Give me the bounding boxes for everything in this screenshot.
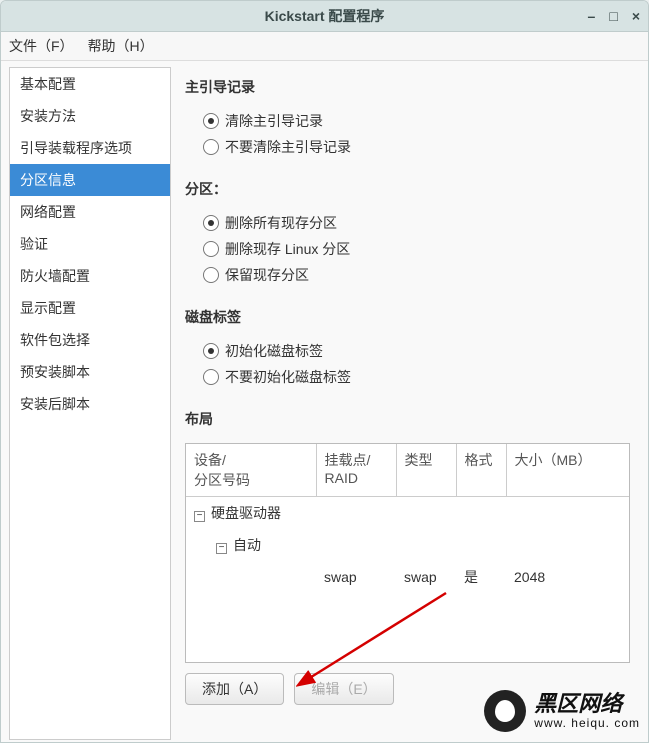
close-button[interactable]: × (632, 9, 640, 23)
sidebar-item-postscript[interactable]: 安装后脚本 (10, 388, 170, 420)
disklabel-option-keep[interactable]: 不要初始化磁盘标签 (203, 367, 630, 387)
watermark-logo-icon (484, 690, 526, 732)
add-button[interactable]: 添加（A） (185, 673, 284, 705)
radio-icon (203, 113, 219, 129)
sidebar-item-packages[interactable]: 软件包选择 (10, 324, 170, 356)
mbr-radio-group: 清除主引导记录 不要清除主引导记录 (203, 105, 630, 163)
section-layout-title: 布局 (185, 409, 630, 429)
tree-root-label: 硬盘驱动器 (211, 505, 281, 521)
cell-format: 是 (456, 561, 506, 593)
radio-icon (203, 267, 219, 283)
tree-child-label: 自动 (233, 537, 261, 553)
table-row[interactable]: swap swap 是 2048 (186, 561, 629, 593)
table-header-row: 设备/ 分区号码 挂载点/ RAID 类型 格式 大小（MB） (186, 444, 629, 497)
radio-label: 不要初始化磁盘标签 (225, 367, 351, 387)
sidebar-item-auth[interactable]: 验证 (10, 228, 170, 260)
radio-icon (203, 139, 219, 155)
watermark-url: www. heiqu. com (534, 717, 640, 730)
sidebar-item-prescript[interactable]: 预安装脚本 (10, 356, 170, 388)
radio-icon (203, 369, 219, 385)
radio-icon (203, 215, 219, 231)
sidebar-item-bootloader[interactable]: 引导装载程序选项 (10, 132, 170, 164)
sidebar-item-basic[interactable]: 基本配置 (10, 68, 170, 100)
radio-label: 清除主引导记录 (225, 111, 323, 131)
main-panel: 主引导记录 清除主引导记录 不要清除主引导记录 分区： 删除所有现存分区 删除现… (177, 61, 648, 743)
window-controls: – □ × (588, 1, 640, 31)
sidebar-item-install[interactable]: 安装方法 (10, 100, 170, 132)
menubar: 文件（F） 帮助（H） (1, 32, 648, 61)
sidebar: 基本配置 安装方法 引导装载程序选项 分区信息 网络配置 验证 防火墙配置 显示… (9, 67, 171, 740)
col-size[interactable]: 大小（MB） (506, 444, 629, 497)
section-disklabel-title: 磁盘标签 (185, 307, 630, 327)
col-device[interactable]: 设备/ 分区号码 (186, 444, 316, 497)
menu-file[interactable]: 文件（F） (9, 36, 74, 56)
section-partition-title: 分区： (185, 179, 630, 199)
sidebar-item-firewall[interactable]: 防火墙配置 (10, 260, 170, 292)
cell-mount: swap (316, 561, 396, 593)
titlebar: Kickstart 配置程序 – □ × (1, 1, 648, 32)
watermark: 黑区网络 www. heiqu. com (476, 686, 648, 736)
radio-label: 删除所有现存分区 (225, 213, 337, 233)
menu-help[interactable]: 帮助（H） (88, 36, 154, 56)
cell-size: 2048 (506, 561, 629, 593)
radio-label: 保留现存分区 (225, 265, 309, 285)
partition-option-delete-linux[interactable]: 删除现存 Linux 分区 (203, 239, 630, 259)
disklabel-radio-group: 初始化磁盘标签 不要初始化磁盘标签 (203, 335, 630, 393)
cell-type: swap (396, 561, 456, 593)
tree-collapse-icon[interactable]: − (194, 511, 205, 522)
radio-icon (203, 241, 219, 257)
edit-button: 编辑（E） (294, 673, 393, 705)
sidebar-item-network[interactable]: 网络配置 (10, 196, 170, 228)
partition-table: 设备/ 分区号码 挂载点/ RAID 类型 格式 大小（MB） −硬盘驱动器 −… (185, 443, 630, 663)
section-mbr-title: 主引导记录 (185, 77, 630, 97)
col-type[interactable]: 类型 (396, 444, 456, 497)
partition-radio-group: 删除所有现存分区 删除现存 Linux 分区 保留现存分区 (203, 207, 630, 291)
sidebar-item-partition[interactable]: 分区信息 (10, 164, 170, 196)
tree-row-root[interactable]: −硬盘驱动器 (186, 497, 629, 530)
mbr-option-keep[interactable]: 不要清除主引导记录 (203, 137, 630, 157)
body: 基本配置 安装方法 引导装载程序选项 分区信息 网络配置 验证 防火墙配置 显示… (1, 61, 648, 743)
radio-label: 初始化磁盘标签 (225, 341, 323, 361)
disklabel-option-init[interactable]: 初始化磁盘标签 (203, 341, 630, 361)
partition-option-keep[interactable]: 保留现存分区 (203, 265, 630, 285)
window-title: Kickstart 配置程序 (265, 6, 385, 26)
minimize-button[interactable]: – (588, 9, 596, 23)
partition-option-delete-all[interactable]: 删除所有现存分区 (203, 213, 630, 233)
col-mount[interactable]: 挂载点/ RAID (316, 444, 396, 497)
watermark-title: 黑区网络 (534, 692, 640, 716)
radio-label: 不要清除主引导记录 (225, 137, 351, 157)
mbr-option-clear[interactable]: 清除主引导记录 (203, 111, 630, 131)
maximize-button[interactable]: □ (609, 9, 617, 23)
tree-row-child[interactable]: −自动 (186, 529, 629, 561)
col-format[interactable]: 格式 (456, 444, 506, 497)
radio-label: 删除现存 Linux 分区 (225, 239, 350, 259)
sidebar-item-display[interactable]: 显示配置 (10, 292, 170, 324)
radio-icon (203, 343, 219, 359)
tree-collapse-icon[interactable]: − (216, 543, 227, 554)
app-window: { "title": "Kickstart 配置程序", "menubar": … (0, 0, 649, 743)
